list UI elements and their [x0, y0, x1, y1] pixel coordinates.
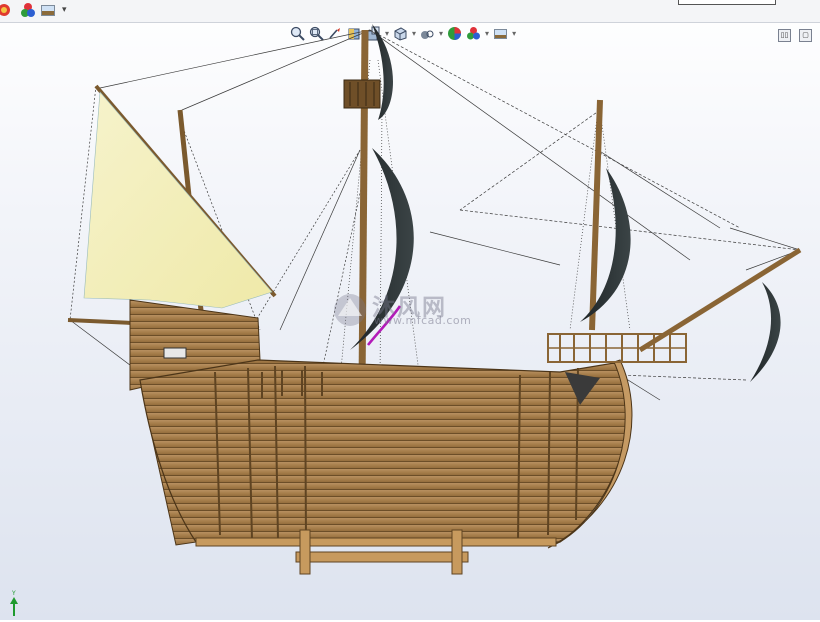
- stern-window: [163, 347, 187, 359]
- forecastle: [547, 333, 687, 363]
- watermark-url: www.mfcad.com: [374, 314, 472, 327]
- hull: [139, 359, 629, 543]
- main-mast: [343, 24, 414, 389]
- reference-triad: Y: [8, 590, 22, 622]
- crows-nest: [343, 79, 381, 109]
- fore-mast: [580, 99, 631, 331]
- watermark: 沐风网 www.mfcad.com: [330, 288, 490, 332]
- lateen-sail: [83, 91, 273, 309]
- spritsail: [750, 282, 781, 382]
- triad-y-label: Y: [12, 590, 16, 597]
- watermark-logo-icon: [334, 294, 366, 326]
- mizzen-mast: [67, 84, 277, 327]
